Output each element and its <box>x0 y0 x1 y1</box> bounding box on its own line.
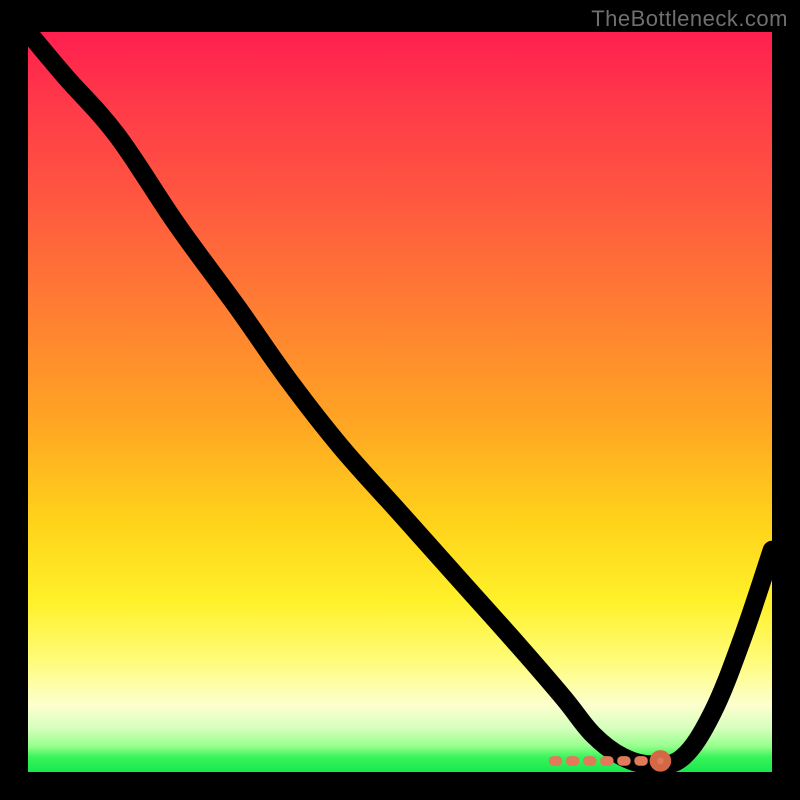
marker-dash <box>600 756 613 766</box>
watermark-text: TheBottleneck.com <box>591 6 788 32</box>
bottleneck-curve <box>28 32 772 765</box>
marker-dash <box>634 756 647 766</box>
curve-layer <box>28 32 772 772</box>
marker-dash <box>549 756 562 766</box>
marker-end-dot <box>653 754 667 768</box>
marker-dash <box>583 756 596 766</box>
chart-stage: TheBottleneck.com <box>0 0 800 800</box>
marker-dash <box>566 756 579 766</box>
plot-area <box>28 32 772 772</box>
marker-dash <box>617 756 630 766</box>
